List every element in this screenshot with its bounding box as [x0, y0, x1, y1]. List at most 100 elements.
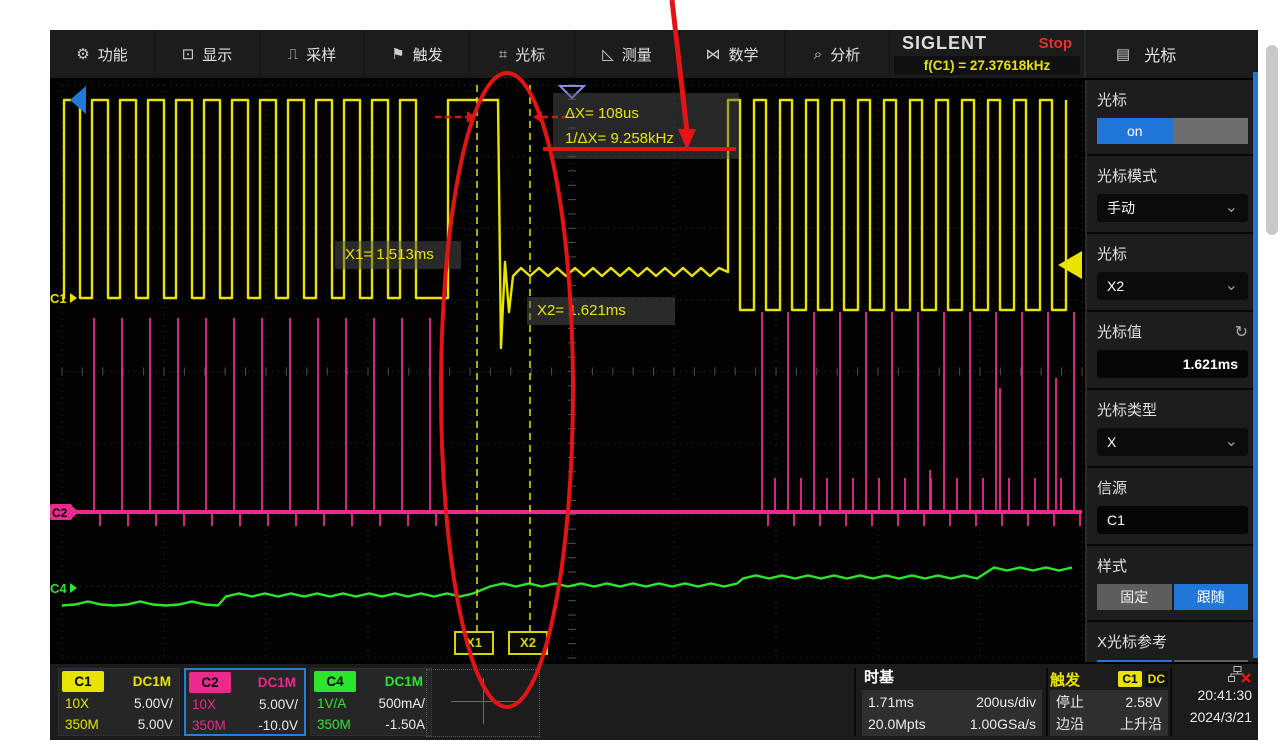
trigger-title: 触发	[1050, 669, 1080, 690]
timebase-delay: 1.71ms	[868, 691, 914, 713]
chevron-down-icon: ⌄	[1225, 281, 1238, 291]
svg-text:C2: C2	[52, 506, 68, 520]
x-ref-label: X光标参考	[1097, 631, 1167, 652]
channel-coupling: DC1M	[356, 671, 428, 692]
section-cursor-switch: 光标 on	[1087, 80, 1258, 156]
section-cursor-type: 光标类型 X ⌄	[1087, 390, 1258, 468]
clock-time: 20:41:30	[1174, 684, 1252, 706]
vertical-offset: -1.50A	[385, 714, 425, 735]
svg-text:C1: C1	[50, 291, 67, 306]
timebase-block[interactable]: 时基 1.71ms200us/div 20.0Mpts1.00GSa/s	[862, 668, 1042, 736]
math-icon: ⋈	[705, 45, 720, 63]
panel-title: 光标	[1144, 42, 1176, 66]
acquisition-status[interactable]: Stop	[1039, 35, 1072, 52]
cursor-x2-readout: X2= 1.621ms	[527, 297, 675, 325]
cursor-on-toggle[interactable]: on	[1097, 118, 1248, 144]
svg-text:C4: C4	[50, 581, 67, 596]
browser-scrollbar-thumb[interactable]	[1266, 45, 1278, 235]
channel-coupling: DC1M	[104, 671, 176, 692]
section-style: 样式 固定 跟随	[1087, 546, 1258, 622]
menu-item-label: 采样	[306, 44, 336, 65]
channel-descriptor-c4[interactable]: C4 DC1M 1V/A500mA/ 350M-1.50A	[310, 668, 432, 736]
trigger-flag-icon: ⚑	[391, 45, 404, 63]
analysis-icon: ⌕	[814, 46, 822, 63]
memory-depth: 20.0Mpts	[868, 713, 926, 735]
delta-x-value: ΔX= 108us	[565, 101, 727, 126]
waveform-svg: C1 C2 C4	[50, 80, 1085, 662]
inverse-delta-x-value: 1/ΔX= 9.258kHz	[565, 126, 727, 151]
style-fixed-button[interactable]: 固定	[1097, 584, 1172, 610]
trigger-block[interactable]: 触发 C1DC 停止2.58V 边沿上升沿	[1050, 668, 1168, 736]
trigger-status: 停止	[1056, 691, 1084, 713]
gear-icon: ⚙	[76, 45, 89, 63]
menu-item-label: 触发	[413, 44, 443, 65]
sample-rate: 1.00GSa/s	[970, 713, 1036, 735]
divider	[854, 668, 856, 736]
vertical-scale: 5.00V/	[259, 694, 298, 715]
vertical-scale: 5.00V/	[134, 693, 173, 714]
trigger-slope: 上升沿	[1120, 713, 1162, 735]
cursor-mode-label: 光标模式	[1097, 165, 1157, 186]
cursor-x1-readout: X1= 1.513ms	[335, 241, 461, 269]
cursor-mode-dropdown[interactable]: 手动 ⌄	[1097, 194, 1248, 222]
menu-item-analysis[interactable]: ⌕ 分析	[785, 30, 890, 78]
vertical-scale: 500mA/	[378, 693, 425, 714]
cursor-select-label: 光标	[1097, 243, 1127, 264]
menu-item-label: 显示	[202, 44, 232, 65]
menu-item-acquire[interactable]: ⎍采样	[260, 30, 365, 78]
toggle-on-segment[interactable]: on	[1097, 118, 1173, 144]
siglent-logo: SIGLENT	[902, 33, 987, 54]
menu-item-cursors[interactable]: ⌗光标	[470, 30, 575, 78]
crosshair-icon	[451, 701, 517, 702]
bandwidth-limit: 350M	[65, 714, 99, 735]
bandwidth-limit: 350M	[192, 715, 226, 736]
probe-attenuation: 10X	[192, 694, 216, 715]
menu-item-trigger[interactable]: ⚑ 触发	[365, 30, 470, 78]
cursor-x2-handle[interactable]: X2	[508, 631, 548, 655]
clock-block: 20:41:30 2024/3/21	[1174, 666, 1252, 728]
section-source: 信源 C1	[1087, 468, 1258, 546]
style-follow-button[interactable]: 跟随	[1174, 584, 1249, 610]
clock-date: 2024/3/21	[1174, 706, 1252, 728]
menu-bar: ⚙ 功能 ⊡显示 ⎍采样 ⚑ 触发 ⌗光标 ◺测量 ⋈ 数学 ⌕ 分析 SIGLENT …	[50, 30, 1258, 80]
trigger-type: 边沿	[1056, 713, 1084, 735]
menu-item-label: 数学	[728, 44, 758, 65]
bandwidth-limit: 350M	[317, 714, 351, 735]
channel-descriptor-c2[interactable]: C2 DC1M 10X5.00V/ 350M-10.0V	[184, 668, 306, 736]
panel-scroll-indicator[interactable]	[1253, 72, 1258, 658]
cursor-delta-readout: ΔX= 108us 1/ΔX= 9.258kHz	[553, 93, 739, 159]
source-label: 信源	[1097, 477, 1127, 498]
menu-item-math[interactable]: ⋈ 数学	[680, 30, 785, 78]
menu-item-label: 分析	[830, 44, 860, 65]
trigger-coupling-badge: DC	[1145, 671, 1168, 687]
source-field[interactable]: C1	[1097, 506, 1248, 534]
oscilloscope-screen: ⚙ 功能 ⊡显示 ⎍采样 ⚑ 触发 ⌗光标 ◺测量 ⋈ 数学 ⌕ 分析 SIGLENT …	[50, 30, 1258, 740]
waveform-area[interactable]: C1 C2 C4 ΔX= 108us 1/ΔX= 9.258kHz X1= 1.51…	[50, 80, 1085, 662]
frequency-readout: f(C1) = 27.37618kHz	[894, 56, 1080, 75]
vertical-offset: 5.00V	[138, 714, 173, 735]
cursor-type-dropdown[interactable]: X ⌄	[1097, 428, 1248, 456]
cursor-switch-label: 光标	[1097, 89, 1127, 110]
menu-item-display[interactable]: ⊡显示	[155, 30, 260, 78]
chevron-down-icon: ⌄	[1225, 203, 1238, 213]
measure-icon: ◺	[602, 45, 614, 63]
menu-item-function[interactable]: ⚙ 功能	[50, 30, 155, 78]
refresh-icon[interactable]: ↻	[1235, 322, 1248, 342]
menu-item-measure[interactable]: ◺测量	[575, 30, 680, 78]
brand-block: SIGLENT Stop f(C1) = 27.37618kHz	[890, 30, 1084, 78]
timebase-scale: 200us/div	[976, 691, 1036, 713]
menu-item-label: 功能	[98, 44, 128, 65]
chevron-down-icon: ⌄	[1225, 437, 1238, 447]
cursor-value-label: 光标值	[1097, 321, 1142, 342]
cursor-x1-handle[interactable]: X1	[454, 631, 494, 655]
clipboard-icon: ▤	[1116, 45, 1130, 63]
channel-descriptor-c1[interactable]: C1 DC1M 10X5.00V/ 350M5.00V	[58, 668, 180, 736]
cursor-select-dropdown[interactable]: X2 ⌄	[1097, 272, 1248, 300]
cursor-value-field[interactable]: 1.621ms	[1097, 350, 1248, 378]
cursor-type-value: X	[1107, 434, 1116, 450]
cursor-settings-panel: 光标 on 光标模式 手动 ⌄ 光标 X2 ⌄ 光标值 ↻ 1	[1085, 80, 1258, 662]
toggle-off-segment[interactable]	[1173, 118, 1249, 144]
trigger-level: 2.58V	[1125, 691, 1162, 713]
channel-name-badge: C1	[62, 671, 104, 692]
empty-channel-slot[interactable]	[426, 669, 540, 737]
